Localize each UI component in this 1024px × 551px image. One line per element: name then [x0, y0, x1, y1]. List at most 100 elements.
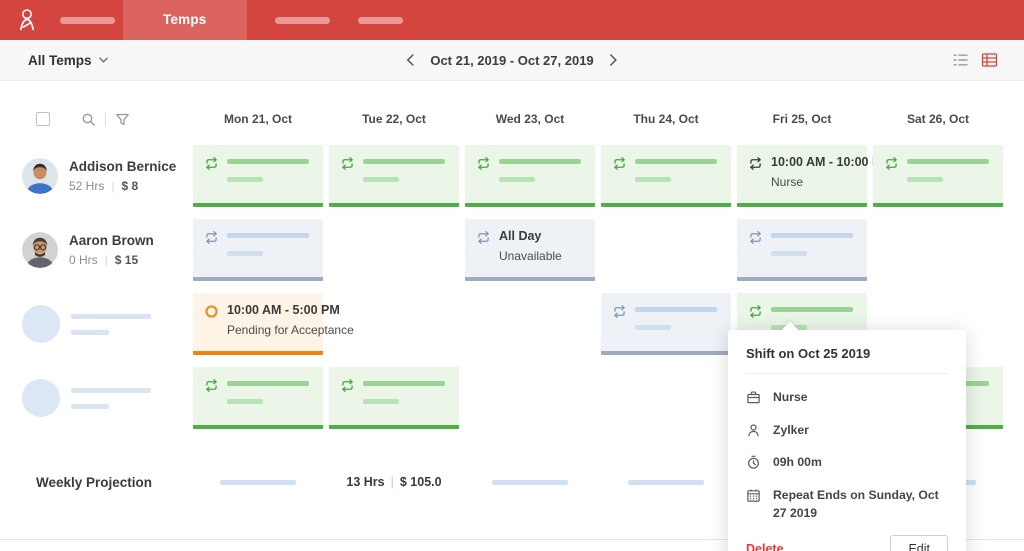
nav-item-placeholder[interactable]: [275, 17, 330, 24]
skeleton-bar: [499, 177, 535, 182]
shift-cell-content: [363, 155, 448, 182]
shift-cell-content: 10:00 AM - 5:00 PM Pending for Acceptance: [227, 303, 312, 337]
shift-cell[interactable]: [737, 219, 867, 281]
shift-cell-content: [907, 155, 992, 182]
delete-link[interactable]: Delete: [746, 542, 784, 551]
shift-cell-content: [635, 155, 720, 182]
shift-cell-content: 10:00 AM - 10:00 PMNurse: [771, 155, 856, 189]
team-filter-dropdown[interactable]: All Temps: [28, 53, 108, 68]
shift-cell-content: [227, 155, 312, 182]
repeat-icon: [748, 304, 763, 319]
skeleton-bar: [635, 177, 671, 182]
repeat-icon: [340, 378, 355, 393]
employee-hours: 52 Hrs: [69, 179, 104, 193]
employee-schedule-row: Addison Bernice52 Hrs|$ 810:00 AM - 10:0…: [0, 139, 1024, 213]
skeleton-bar: [771, 251, 807, 256]
employee-meta: 52 Hrs|$ 8: [69, 179, 176, 193]
skeleton-bar: [363, 159, 445, 164]
shift-label: Nurse: [771, 175, 856, 189]
skeleton-bar: [363, 399, 399, 404]
skeleton-bar: [363, 381, 445, 386]
search-icon[interactable]: [81, 112, 96, 127]
skeleton-bar: [71, 388, 151, 393]
employee-row[interactable]: Addison Bernice52 Hrs|$ 8: [0, 139, 190, 213]
divider: [105, 112, 106, 126]
shift-cell[interactable]: 10:00 AM - 10:00 PMNurse: [737, 145, 867, 207]
popover-detail-text: Zylker: [773, 422, 809, 440]
avatar: [22, 379, 60, 417]
popover-title: Shift on Oct 25 2019: [746, 346, 948, 374]
nav-item-placeholder[interactable]: [60, 17, 115, 24]
next-week-button[interactable]: [610, 54, 618, 66]
skeleton-bar: [771, 307, 853, 312]
avatar: [22, 232, 58, 268]
column-header: Fri 25, Oct: [734, 112, 870, 126]
shift-cell[interactable]: [329, 145, 459, 207]
date-navigation: Oct 21, 2019 - Oct 27, 2019: [406, 53, 617, 68]
tab-temps[interactable]: Temps: [123, 0, 247, 40]
roster-controls: [0, 112, 190, 127]
employee-row[interactable]: Aaron Brown0 Hrs|$ 15: [0, 213, 190, 287]
shift-cell[interactable]: [601, 293, 731, 355]
shift-time: 10:00 AM - 5:00 PM: [227, 303, 312, 317]
employee-skeleton: [71, 314, 151, 335]
repeat-icon: [612, 304, 627, 319]
shift-cell[interactable]: [329, 367, 459, 429]
shift-cell[interactable]: [601, 145, 731, 207]
weekly-projection-label: Weekly Projection: [0, 475, 190, 490]
skeleton-bar: [220, 480, 296, 485]
column-header: Tue 22, Oct: [326, 112, 462, 126]
column-header: Wed 23, Oct: [462, 112, 598, 126]
employee-row[interactable]: [0, 361, 190, 435]
repeat-icon: [748, 156, 763, 171]
shift-cell-content: [771, 229, 856, 256]
skeleton-bar: [635, 325, 671, 330]
shift-cell[interactable]: [193, 145, 323, 207]
skeleton-bar: [227, 399, 263, 404]
empty-day-cell: [598, 361, 734, 435]
shift-cell[interactable]: [193, 219, 323, 281]
skeleton-bar: [71, 314, 151, 319]
briefcase-icon: [746, 390, 761, 405]
timer-icon: [746, 455, 761, 470]
skeleton-bar: [71, 404, 109, 409]
list-view-button[interactable]: [952, 52, 969, 68]
select-all-checkbox[interactable]: [36, 112, 50, 126]
shift-cell[interactable]: All DayUnavailable: [465, 219, 595, 281]
employee-row[interactable]: [0, 287, 190, 361]
filter-icon[interactable]: [115, 112, 130, 127]
employee-meta: 0 Hrs|$ 15: [69, 253, 154, 267]
skeleton-bar: [363, 177, 399, 182]
skeleton-bar: [635, 159, 717, 164]
skeleton-bar: [907, 177, 943, 182]
projection-hours: 13 Hrs: [346, 475, 384, 489]
edit-button[interactable]: Edit: [890, 535, 948, 551]
person-icon: [746, 423, 761, 438]
grid-view-button[interactable]: [981, 52, 998, 68]
shift-cell[interactable]: [193, 367, 323, 429]
chevron-down-icon: [99, 57, 108, 63]
shift-label: Pending for Acceptance: [227, 323, 312, 337]
shift-cell-content: [227, 229, 312, 256]
skeleton-bar: [492, 480, 568, 485]
nav-item-placeholder[interactable]: [358, 17, 403, 24]
toolbar: All Temps Oct 21, 2019 - Oct 27, 2019: [0, 40, 1024, 81]
weekly-projection-value: 13 Hrs|$ 105.0: [346, 475, 441, 489]
avatar: [22, 305, 60, 343]
weekly-projection-cell: [598, 480, 734, 485]
divider: |: [111, 179, 114, 193]
shift-cell[interactable]: [465, 145, 595, 207]
shift-cell[interactable]: [873, 145, 1003, 207]
repeat-icon: [340, 156, 355, 171]
skeleton-bar: [227, 233, 309, 238]
top-nav-bar: Temps: [0, 0, 1024, 40]
shift-cell-content: All DayUnavailable: [499, 229, 584, 263]
prev-week-button[interactable]: [406, 54, 414, 66]
popover-detail-item: Nurse: [746, 389, 948, 407]
shift-cell-content: [227, 377, 312, 404]
skeleton-bar: [499, 159, 581, 164]
skeleton-bar: [227, 251, 263, 256]
shift-cell[interactable]: 10:00 AM - 5:00 PM Pending for Acceptance: [193, 293, 323, 355]
empty-day-cell: [462, 361, 598, 435]
employee-skeleton: [71, 388, 151, 409]
